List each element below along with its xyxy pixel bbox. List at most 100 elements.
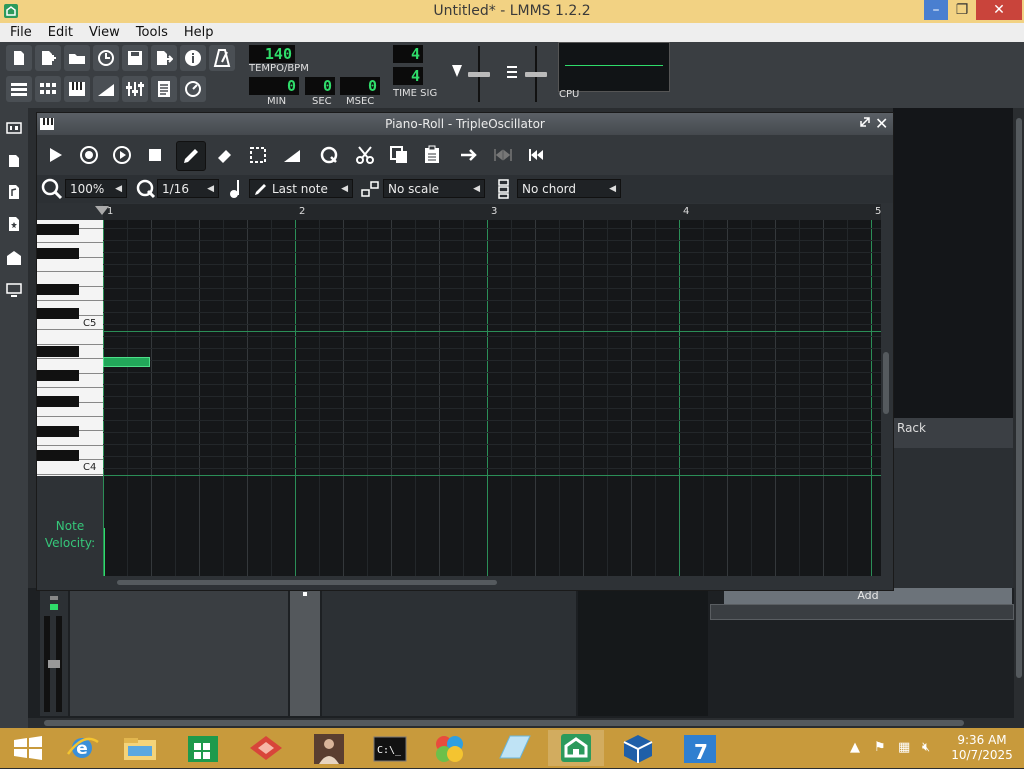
master-volume-slider[interactable]: [468, 46, 490, 102]
time-sig-denominator[interactable]: 4: [393, 67, 423, 85]
record-while-playing-icon[interactable]: [108, 141, 136, 169]
tempo-display[interactable]: 140: [249, 45, 295, 63]
black-key[interactable]: [37, 426, 79, 437]
menu-edit[interactable]: Edit: [38, 23, 79, 40]
system-clock[interactable]: 9:36 AM 10/7/2025: [946, 733, 1018, 763]
menu-help[interactable]: Help: [174, 23, 220, 40]
menu-file[interactable]: File: [0, 23, 38, 40]
stop-icon[interactable]: [141, 141, 169, 169]
project-notes-icon[interactable]: [151, 76, 177, 102]
7zip-icon[interactable]: 7: [672, 730, 728, 766]
piano-roll-icon[interactable]: [64, 76, 90, 102]
note-length-combo[interactable]: Last note ◀: [249, 179, 353, 198]
save-project-icon[interactable]: [122, 45, 148, 71]
scale-combo[interactable]: No scale ◀: [383, 179, 485, 198]
close-icon[interactable]: ✕: [875, 114, 888, 133]
return-to-start-icon[interactable]: [489, 141, 517, 169]
workspace-vertical-scrollbar[interactable]: [1014, 108, 1024, 718]
song-editor-icon[interactable]: [6, 76, 32, 102]
start-button[interactable]: [2, 730, 58, 766]
black-key[interactable]: [37, 284, 79, 295]
volume-muted-icon[interactable]: 🔇︎: [922, 740, 930, 755]
maximize-icon[interactable]: [859, 116, 871, 131]
erase-mode-icon[interactable]: [211, 141, 239, 169]
menu-view[interactable]: View: [79, 23, 126, 40]
black-key[interactable]: [37, 370, 79, 381]
internet-explorer-icon[interactable]: e: [56, 730, 112, 766]
network-icon[interactable]: ▦: [898, 740, 910, 755]
quantize-icon[interactable]: [315, 141, 343, 169]
restore-button[interactable]: ❐: [950, 0, 974, 20]
chord-combo[interactable]: No chord ◀: [517, 179, 621, 198]
black-key[interactable]: [37, 248, 79, 259]
close-button[interactable]: ✕: [976, 0, 1022, 20]
ruler-bar-5: 5: [875, 206, 882, 217]
grid-line: [511, 476, 512, 576]
beat-bassline-editor-icon[interactable]: [35, 76, 61, 102]
black-key[interactable]: [37, 346, 79, 357]
instrument-plugins-icon[interactable]: [6, 120, 22, 136]
lmms-taskbar-icon[interactable]: [548, 730, 604, 766]
pitch-bend-mode-icon[interactable]: [278, 141, 306, 169]
command-prompt-icon[interactable]: C:\_: [362, 730, 418, 766]
black-key[interactable]: [37, 224, 79, 235]
controller-rack-icon[interactable]: [180, 76, 206, 102]
workspace-horizontal-scrollbar[interactable]: [40, 718, 1016, 728]
show-hidden-icons-icon[interactable]: ▲: [850, 740, 860, 755]
menu-tools[interactable]: Tools: [126, 23, 174, 40]
zoom-combo[interactable]: 100% ◀: [65, 179, 127, 198]
draw-mode-icon[interactable]: [176, 141, 206, 171]
open-project-icon[interactable]: [64, 45, 90, 71]
presets-icon[interactable]: [6, 216, 22, 232]
black-key[interactable]: [37, 450, 79, 461]
export-icon[interactable]: [151, 45, 177, 71]
select-mode-icon[interactable]: [244, 141, 272, 169]
grid-row-line: [103, 432, 881, 433]
minimize-button[interactable]: –: [924, 0, 948, 20]
timeline-ruler[interactable]: 1 2 3 4 5: [95, 204, 882, 220]
grid-row-line: [103, 360, 881, 361]
piano-roll-vertical-scrollbar[interactable]: [881, 220, 891, 576]
red-app-icon[interactable]: [238, 730, 294, 766]
samples-icon[interactable]: [6, 184, 22, 200]
note-grid[interactable]: [103, 220, 881, 476]
new-from-template-icon[interactable]: [35, 45, 61, 71]
note-velocity-label: Note Velocity:: [37, 476, 103, 576]
projects-icon[interactable]: [6, 152, 22, 168]
velocity-panel[interactable]: [103, 476, 881, 576]
paste-icon[interactable]: [418, 141, 446, 169]
fx-mixer-icon[interactable]: [122, 76, 148, 102]
cut-icon[interactable]: [351, 141, 379, 169]
piano-roll-horizontal-scrollbar[interactable]: [103, 578, 881, 586]
piano-keyboard[interactable]: C5 C4: [37, 220, 103, 476]
black-key[interactable]: [37, 308, 79, 319]
black-key[interactable]: [37, 396, 79, 407]
photo-app-icon[interactable]: [302, 730, 358, 766]
note[interactable]: [103, 357, 150, 367]
automation-editor-icon[interactable]: [93, 76, 119, 102]
new-project-icon[interactable]: [6, 45, 32, 71]
computer-icon[interactable]: [6, 282, 22, 298]
time-sig-numerator[interactable]: 4: [393, 45, 423, 63]
what-this-icon[interactable]: [180, 45, 206, 71]
stop-behaviour-icon[interactable]: [455, 141, 483, 169]
play-icon[interactable]: [41, 141, 69, 169]
file-explorer-icon[interactable]: [112, 730, 168, 766]
metronome-icon[interactable]: [209, 45, 235, 71]
virtualbox-icon[interactable]: [610, 730, 666, 766]
piano-roll-title: Piano-Roll - TripleOscillator: [385, 117, 545, 131]
multi-color-app-icon[interactable]: [422, 730, 478, 766]
grid-line: [631, 476, 632, 576]
rewind-to-start-icon[interactable]: [523, 141, 551, 169]
quantize-combo[interactable]: 1/16 ◀: [157, 179, 219, 198]
record-icon[interactable]: [75, 141, 103, 169]
recent-projects-icon[interactable]: [93, 45, 119, 71]
action-center-flag-icon[interactable]: ⚑: [874, 740, 886, 755]
time-sec-display: 0: [305, 77, 335, 95]
notepad-app-icon[interactable]: [486, 730, 542, 766]
fx-fader[interactable]: [48, 660, 60, 668]
copy-icon[interactable]: [385, 141, 413, 169]
master-pitch-slider[interactable]: [525, 46, 547, 102]
home-folder-icon[interactable]: [6, 250, 22, 266]
store-icon[interactable]: [176, 730, 232, 766]
